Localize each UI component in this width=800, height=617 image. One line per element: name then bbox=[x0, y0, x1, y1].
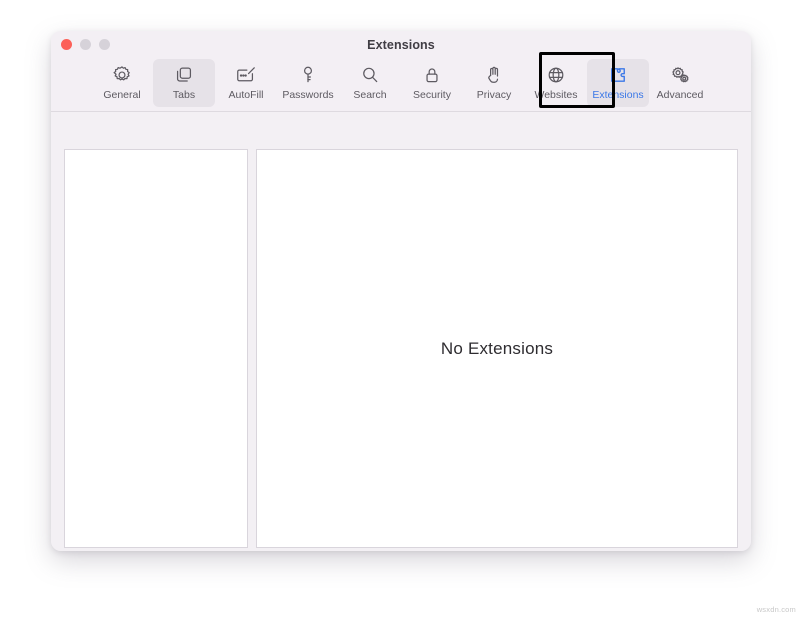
autofill-icon bbox=[235, 63, 257, 87]
extensions-list-panel[interactable] bbox=[64, 149, 248, 548]
toolbar-item-label: Search bbox=[353, 89, 387, 101]
preferences-toolbar: General Tabs AutoFill Passwords Search S… bbox=[51, 57, 751, 112]
toolbar-item-autofill[interactable]: AutoFill bbox=[215, 59, 277, 107]
tabs-icon bbox=[173, 63, 195, 87]
extension-detail-panel: No Extensions bbox=[256, 149, 738, 548]
preferences-body: No Extensions More Extensions... ? bbox=[51, 112, 751, 551]
key-icon bbox=[297, 63, 319, 87]
toolbar-item-label: Passwords bbox=[282, 89, 334, 101]
toolbar-item-label: Websites bbox=[534, 89, 578, 101]
toolbar-item-search[interactable]: Search bbox=[339, 59, 401, 107]
gear-icon bbox=[111, 63, 133, 87]
toolbar-item-label: Advanced bbox=[656, 89, 704, 101]
toolbar-item-general[interactable]: General bbox=[91, 59, 153, 107]
puzzle-icon bbox=[607, 63, 629, 87]
toolbar-item-advanced[interactable]: Advanced bbox=[649, 59, 711, 107]
preferences-window: Extensions General Tabs AutoFill Passwor… bbox=[51, 31, 751, 551]
globe-icon bbox=[545, 63, 567, 87]
toolbar-item-label: Tabs bbox=[172, 89, 196, 101]
hand-icon bbox=[483, 63, 505, 87]
lock-icon bbox=[421, 63, 443, 87]
window-title: Extensions bbox=[367, 38, 435, 52]
toolbar-item-websites[interactable]: Websites bbox=[525, 59, 587, 107]
empty-state-message: No Extensions bbox=[440, 338, 554, 358]
toolbar-item-extensions[interactable]: Extensions bbox=[587, 59, 649, 107]
toolbar-item-label: General bbox=[103, 89, 141, 101]
gears-icon bbox=[669, 63, 691, 87]
watermark: wsxdn.com bbox=[756, 605, 796, 614]
toolbar-item-passwords[interactable]: Passwords bbox=[277, 59, 339, 107]
toolbar-item-label: AutoFill bbox=[228, 89, 264, 101]
toolbar-item-label: Extensions bbox=[592, 89, 644, 101]
toolbar-item-privacy[interactable]: Privacy bbox=[463, 59, 525, 107]
toolbar-item-label: Privacy bbox=[476, 89, 512, 101]
search-icon bbox=[359, 63, 381, 87]
toolbar-item-tabs[interactable]: Tabs bbox=[153, 59, 215, 107]
screenshot-root: Extensions General Tabs AutoFill Passwor… bbox=[0, 0, 800, 617]
toolbar-item-label: Security bbox=[413, 89, 451, 101]
toolbar-item-security[interactable]: Security bbox=[401, 59, 463, 107]
window-titlebar: Extensions bbox=[51, 31, 751, 57]
